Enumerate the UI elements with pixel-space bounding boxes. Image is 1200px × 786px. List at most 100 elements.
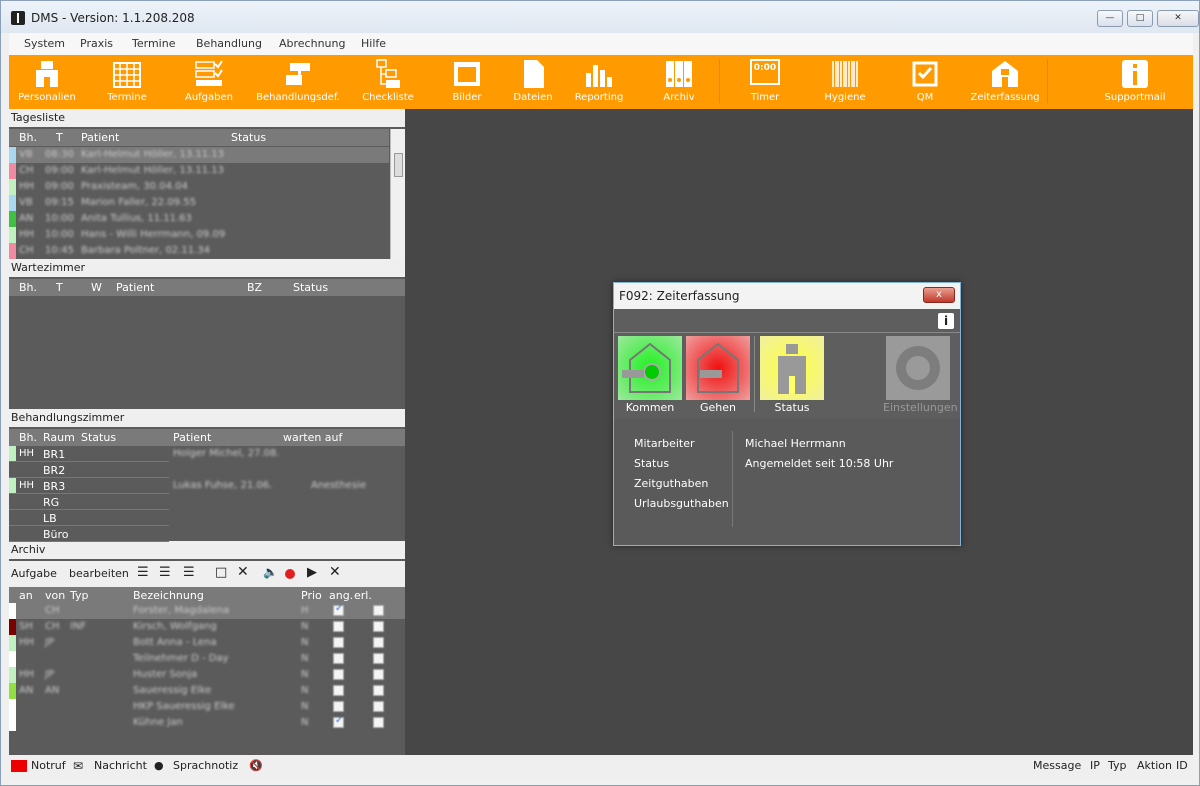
einstellungen-button[interactable] [886, 336, 950, 400]
status-button[interactable] [760, 336, 824, 400]
toolbar-termine[interactable]: Termine [89, 55, 165, 109]
task-accepted-checkbox[interactable] [333, 621, 344, 632]
tagesliste-row[interactable]: HH 10:00 Hans - Willi Herrmann, 09.09 [9, 227, 389, 243]
task-typ: INF [70, 621, 87, 632]
microphone-icon[interactable]: ● [154, 759, 164, 772]
dialog-info-icon[interactable]: i [938, 313, 954, 329]
tagesliste-row[interactable]: VB 08:30 Karl-Helmut Höller, 13.11.13 [9, 147, 389, 163]
task-row[interactable]: AN AN Saueressig Elke N [9, 683, 405, 699]
task-accepted-checkbox[interactable] [333, 653, 344, 664]
task-accepted-checkbox[interactable] [333, 669, 344, 680]
task-prio: N [301, 669, 309, 680]
dialog-close-button[interactable]: x [923, 287, 955, 303]
minimize-button[interactable]: — [1097, 10, 1123, 27]
add-task-icon[interactable]: ☰ [137, 565, 149, 580]
toolbar-personalien[interactable]: Personalien [9, 55, 85, 109]
task-row[interactable]: CH Forster, Magdalena H ✓ [9, 603, 405, 619]
row-patient: Hans - Willi Herrmann, 09.09 [81, 229, 226, 240]
task-done-checkbox[interactable] [373, 717, 384, 728]
menu-hilfe[interactable]: Hilfe [361, 37, 386, 50]
alarm-icon[interactable] [11, 760, 27, 772]
tab-aufgabe[interactable]: Aufgabe [11, 567, 57, 580]
row-time: 10:45 [45, 245, 74, 256]
toolbar-aufgaben[interactable]: Aufgaben [171, 55, 247, 109]
speaker-icon[interactable]: 🔈 [263, 565, 278, 579]
tasks-icon [195, 60, 223, 86]
tagesliste-row[interactable]: CH 09:00 Karl-Helmut Höller, 13.11.13 [9, 163, 389, 179]
toolbar-qm[interactable]: QM [897, 55, 953, 109]
toolbar-reporting[interactable]: Reporting [569, 55, 629, 109]
task-accepted-checkbox[interactable] [333, 701, 344, 712]
scrollbar-thumb[interactable] [394, 153, 403, 177]
task-row[interactable]: HH JP Huster Sonja N [9, 667, 405, 683]
task-done-checkbox[interactable] [373, 669, 384, 680]
toolbar-hygiene[interactable]: Hygiene [815, 55, 875, 109]
toolbar-supportmail[interactable]: Supportmail [1095, 55, 1175, 109]
tagesliste-scrollbar[interactable] [390, 129, 405, 259]
task-bezeichnung: Saueressig Elke [133, 685, 212, 696]
room-row[interactable]: HH BR1 Holger Michel, 27.08. [9, 446, 405, 462]
menu-abrechnung[interactable]: Abrechnung [279, 37, 345, 50]
toolbar-checkliste[interactable]: Checkliste [355, 55, 421, 109]
task-prio: N [301, 717, 309, 728]
tagesliste-row[interactable]: HH 09:00 Praxisteam, 30.04.04 [9, 179, 389, 195]
mute-speaker-icon[interactable]: 🔇 [249, 759, 263, 772]
task-done-checkbox[interactable] [373, 685, 384, 696]
task-accepted-checkbox[interactable]: ✓ [333, 603, 344, 616]
row-patient: Karl-Helmut Höller, 13.11.13 [81, 149, 224, 160]
task-done-checkbox[interactable] [373, 621, 384, 632]
stop-icon[interactable]: ✕ [329, 564, 341, 580]
menu-termine[interactable]: Termine [132, 37, 175, 50]
task-accepted-checkbox[interactable]: ✓ [333, 715, 344, 728]
kommen-button[interactable] [618, 336, 682, 400]
gehen-button[interactable] [686, 336, 750, 400]
record-icon[interactable] [285, 569, 295, 579]
task-done-checkbox[interactable] [373, 701, 384, 712]
menu-system[interactable]: System [24, 37, 65, 50]
menu-behandlung[interactable]: Behandlung [196, 37, 262, 50]
toolbar-separator [719, 59, 720, 103]
task-row[interactable]: HKP Saueressig Elke N [9, 699, 405, 715]
task-done-checkbox[interactable] [373, 653, 384, 664]
edit-task-icon[interactable]: ☰ [159, 565, 171, 580]
task-row[interactable]: Teilnehmer D - Day N [9, 651, 405, 667]
tagesliste-row[interactable]: VB 09:15 Marion Faller, 22.09.55 [9, 195, 389, 211]
notruf-button[interactable]: Notruf [31, 759, 66, 772]
task-row[interactable]: SH CH INF Kirsch, Wolfgang N [9, 619, 405, 635]
room-row[interactable]: HH BR3 Lukas Fuhse, 21.06. Anesthesie [9, 478, 405, 494]
sprachnotiz-button[interactable]: Sprachnotiz [173, 759, 238, 772]
toolbar-archiv[interactable]: Archiv [649, 55, 709, 109]
task-accepted-checkbox[interactable] [333, 637, 344, 648]
task-row[interactable]: Kühne Jan N ✓ [9, 715, 405, 731]
close-button[interactable]: ✕ [1157, 10, 1199, 27]
mail-icon[interactable]: ✉ [73, 759, 83, 773]
toolbar-timer[interactable]: 0:00 Timer [737, 55, 793, 109]
task-accepted-checkbox[interactable] [333, 685, 344, 696]
toolbar-bilder[interactable]: Bilder [435, 55, 499, 109]
new-document-icon[interactable]: □ [215, 565, 227, 580]
menu-praxis[interactable]: Praxis [80, 37, 113, 50]
tagesliste-row[interactable]: CH 10:45 Barbara Poltner, 02.11.34 [9, 243, 389, 259]
behandler-color-strip [9, 243, 16, 259]
room-row[interactable]: LB [9, 510, 405, 526]
tagesliste-row[interactable]: AN 10:00 Anita Tullius, 11.11.63 [9, 211, 389, 227]
close-icon[interactable]: ✕ [237, 564, 249, 580]
room-row[interactable]: Büro [9, 526, 405, 542]
toolbar-zeiterfassung[interactable]: Zeiterfassung [967, 55, 1043, 109]
play-icon[interactable]: ▶ [307, 565, 317, 580]
task-row[interactable]: HH JP Bott Anna - Lena N [9, 635, 405, 651]
toolbar-dateien[interactable]: Dateien [503, 55, 563, 109]
tab-bearbeiten[interactable]: bearbeiten [69, 567, 129, 580]
task-done-checkbox[interactable] [373, 605, 384, 616]
status-label: Status [774, 401, 810, 414]
row-time: 10:00 [45, 213, 74, 224]
room-row[interactable]: RG [9, 494, 405, 510]
task-done-checkbox[interactable] [373, 637, 384, 648]
toolbar-behandlungsdef[interactable]: Behandlungsdef. [253, 55, 343, 109]
delete-task-icon[interactable]: ☰ [183, 565, 195, 580]
task-color-strip [9, 699, 16, 715]
room-row[interactable]: BR2 [9, 462, 405, 478]
nachricht-button[interactable]: Nachricht [94, 759, 147, 772]
behandler-color-strip [9, 163, 16, 179]
maximize-button[interactable]: □ [1127, 10, 1153, 27]
